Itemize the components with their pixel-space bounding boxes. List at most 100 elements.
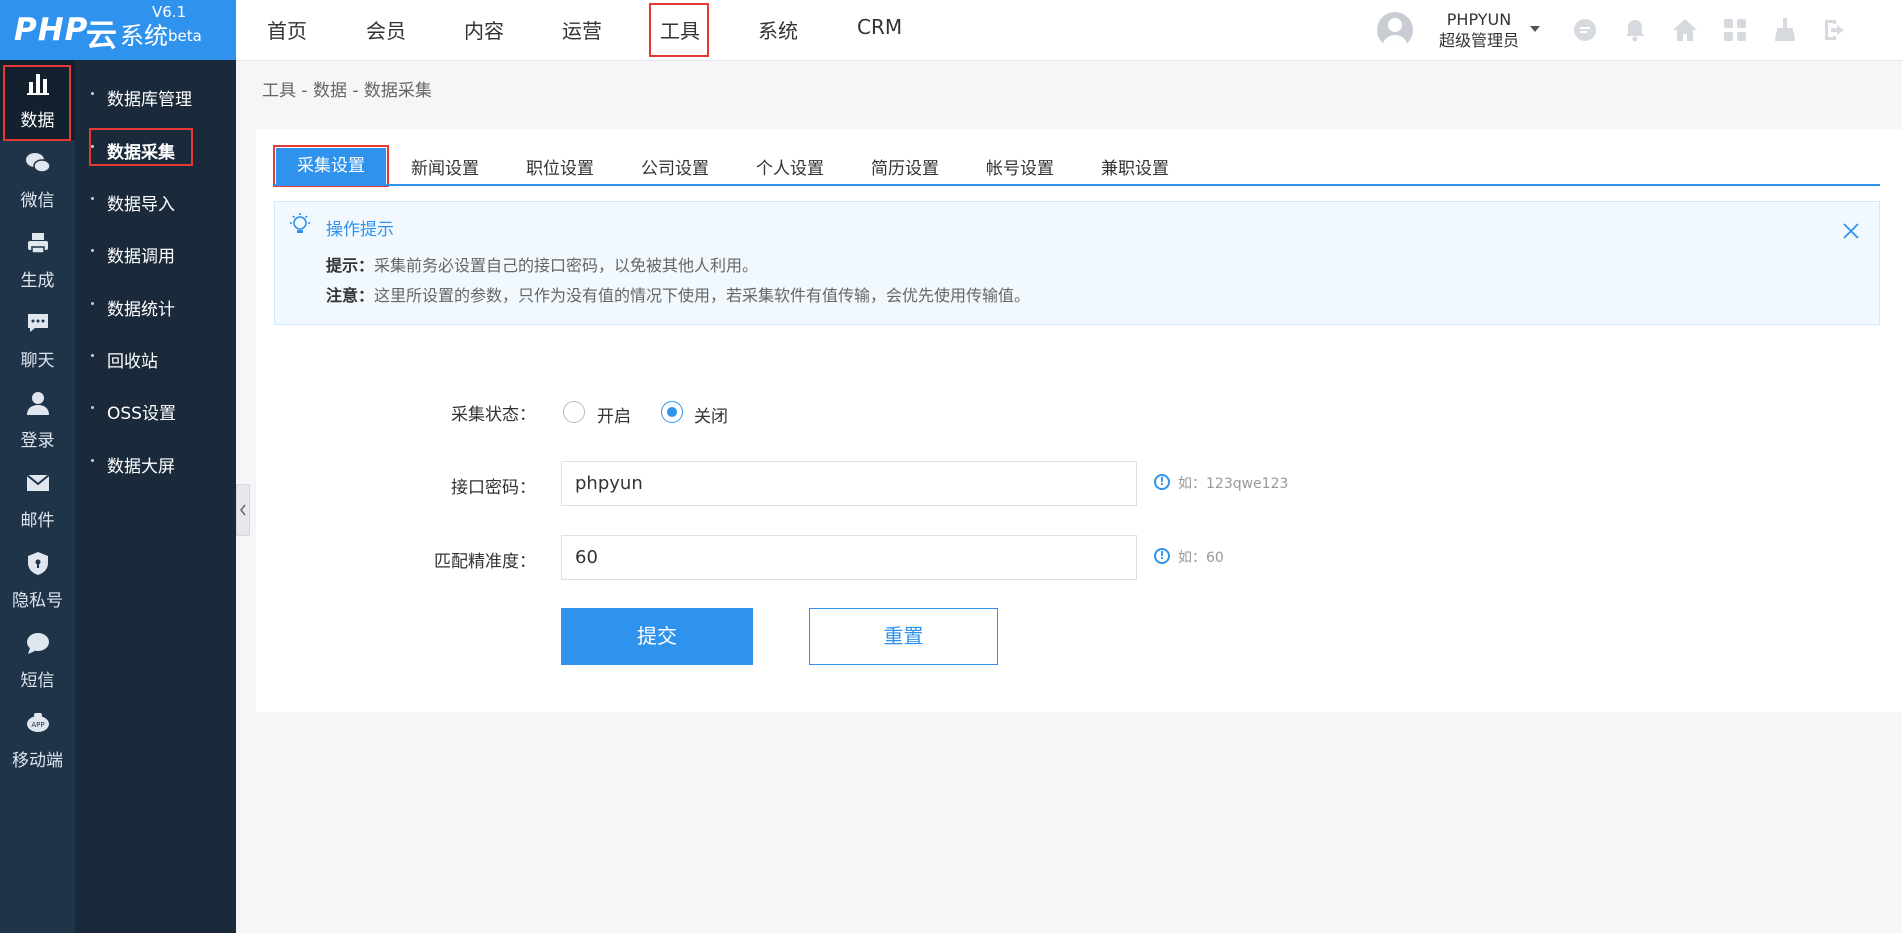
tab-news-settings[interactable]: 新闻设置	[400, 154, 490, 184]
submenu-item-db[interactable]: 数据库管理	[75, 75, 236, 115]
broom-icon[interactable]	[1772, 17, 1798, 43]
rail-active-highlight	[3, 65, 71, 141]
status-off-radio[interactable]	[661, 401, 683, 423]
rail-label: 登录	[20, 431, 55, 451]
status-off-label[interactable]: 关闭	[694, 402, 728, 427]
info-icon: !	[1154, 548, 1170, 564]
top-bar: 首页 会员 内容 运营 工具 系统 CRM PHPYUN 超级管理员	[236, 0, 1902, 61]
accuracy-hint: 如：60	[1178, 550, 1224, 566]
tab-company-settings[interactable]: 公司设置	[630, 154, 720, 184]
tab-active-highlight	[273, 145, 389, 187]
mail-icon	[26, 474, 50, 491]
status-label: 采集状态：	[451, 405, 536, 425]
rail-label: 短信	[20, 671, 55, 691]
submenu-label: 数据导入	[107, 195, 175, 215]
tip-key-2: 注意：	[326, 286, 375, 305]
rail-item-generate[interactable]: 生成	[0, 220, 75, 300]
submenu-label: 数据大屏	[107, 457, 175, 477]
accuracy-input[interactable]: 60	[561, 535, 1137, 580]
bell-icon[interactable]	[1622, 17, 1648, 43]
nav-home[interactable]: 首页	[267, 15, 307, 44]
submenu-label: 数据统计	[107, 300, 175, 320]
user-role: 超级管理员	[1438, 31, 1519, 50]
rail-item-login[interactable]: 登录	[0, 380, 75, 460]
tab-personal-settings[interactable]: 个人设置	[745, 154, 835, 184]
nav-system[interactable]: 系统	[758, 15, 798, 44]
tip-line-2: 注意：这里所设置的参数，只作为没有值的情况下使用，若采集软件有值传输，会优先使用…	[326, 282, 1030, 306]
wechat-icon	[26, 153, 51, 173]
nav-tools-highlight	[649, 3, 709, 57]
logo: PHP 云 系统 V6.1 beta	[0, 0, 236, 60]
app-icon: APP	[27, 713, 49, 732]
submenu-item-call[interactable]: 数据调用	[75, 232, 236, 272]
rail-item-wechat[interactable]: 微信	[0, 140, 75, 220]
sidebar-collapse-handle[interactable]	[236, 484, 250, 536]
chat-icon	[28, 314, 48, 332]
rail-label: 移动端	[12, 751, 63, 771]
rail-item-sms[interactable]: 短信	[0, 620, 75, 700]
printer-icon	[28, 233, 48, 254]
info-icon: !	[1154, 474, 1170, 490]
chevron-left-icon	[240, 504, 246, 516]
submenu-label: OSS设置	[107, 404, 176, 424]
tip-text-1: 采集前务必设置自己的接口密码，以免被其他人利用。	[374, 256, 759, 275]
logo-php: PHP	[14, 12, 89, 48]
user-icon	[27, 392, 49, 415]
tab-account-settings[interactable]: 帐号设置	[975, 154, 1065, 184]
logo-yun: 云	[86, 18, 117, 54]
nav-content[interactable]: 内容	[464, 15, 504, 44]
logo-system: 系统	[120, 22, 168, 50]
rail-item-mobile[interactable]: APP 移动端	[0, 700, 75, 780]
nav-crm[interactable]: CRM	[857, 15, 902, 39]
rail-item-mail[interactable]: 邮件	[0, 460, 75, 540]
rail-label: 聊天	[20, 351, 55, 371]
user-dropdown-icon[interactable]	[1530, 26, 1540, 32]
rail-label: 邮件	[20, 511, 55, 531]
accuracy-label: 匹配精准度：	[434, 552, 536, 572]
submit-button[interactable]: 提交	[561, 608, 753, 665]
submenu-item-recycle[interactable]: 回收站	[75, 337, 236, 377]
status-on-label[interactable]: 开启	[597, 402, 631, 427]
tab-job-settings[interactable]: 职位设置	[515, 154, 605, 184]
logout-icon[interactable]	[1822, 17, 1848, 43]
tip-line-1: 提示：采集前务必设置自己的接口密码，以免被其他人利用。	[326, 252, 758, 276]
tip-text-2: 这里所设置的参数，只作为没有值的情况下使用，若采集软件有值传输，会优先使用传输值…	[374, 286, 1031, 305]
logo-version: V6.1	[152, 3, 187, 21]
sub-sidebar: 数据库管理 数据采集 数据导入 数据调用 数据统计 回收站 OSS设置 数据大屏	[75, 60, 236, 933]
sms-icon	[27, 633, 49, 654]
nav-operation[interactable]: 运营	[562, 15, 602, 44]
avatar[interactable]	[1377, 12, 1413, 48]
tabs-underline	[274, 184, 1880, 186]
svg-text:APP: APP	[31, 721, 44, 729]
user-name[interactable]: PHPYUN	[1424, 11, 1534, 29]
submenu-item-stats[interactable]: 数据统计	[75, 285, 236, 325]
rail-label: 生成	[20, 271, 55, 291]
password-input[interactable]: phpyun	[561, 461, 1137, 506]
nav-member[interactable]: 会员	[366, 15, 406, 44]
message-icon[interactable]	[1572, 17, 1598, 43]
rail-item-privacy[interactable]: 隐私号	[0, 540, 75, 620]
submenu-item-import[interactable]: 数据导入	[75, 180, 236, 220]
shield-icon	[28, 552, 48, 575]
status-on-radio[interactable]	[563, 401, 585, 423]
submenu-item-bigscreen[interactable]: 数据大屏	[75, 442, 236, 482]
submenu-active-highlight	[89, 128, 193, 166]
submenu-item-oss[interactable]: OSS设置	[75, 389, 236, 429]
submenu-label: 回收站	[107, 352, 158, 372]
rail-item-chat[interactable]: 聊天	[0, 300, 75, 380]
rail-label: 隐私号	[12, 591, 63, 611]
reset-button[interactable]: 重置	[809, 608, 998, 665]
tab-parttime-settings[interactable]: 兼职设置	[1090, 154, 1180, 184]
lightbulb-icon	[290, 213, 310, 233]
close-icon[interactable]	[1842, 222, 1860, 240]
submenu-label: 数据库管理	[107, 90, 192, 110]
tip-title: 操作提示	[326, 220, 394, 240]
rail-label: 微信	[20, 191, 55, 211]
left-rail: 数据 微信 生成 聊天 登录 邮件 隐私号 短信 APP 移动端	[0, 60, 75, 933]
password-label: 接口密码：	[451, 478, 536, 498]
logo-beta: beta	[168, 27, 202, 45]
tab-resume-settings[interactable]: 简历设置	[860, 154, 950, 184]
home-icon[interactable]	[1672, 17, 1698, 43]
grid-icon[interactable]	[1722, 17, 1748, 43]
tip-key-1: 提示：	[326, 256, 375, 275]
